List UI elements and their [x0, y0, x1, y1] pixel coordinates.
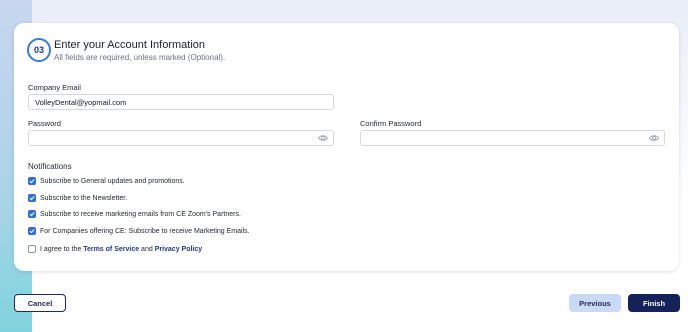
- checkbox-checked-icon[interactable]: [28, 210, 36, 218]
- terms-of-service-link[interactable]: Terms of Service: [83, 246, 139, 253]
- finish-button[interactable]: Finish: [628, 294, 680, 312]
- password-label: Password: [28, 119, 61, 128]
- company-email-label: Company Email: [28, 83, 81, 92]
- notifications-heading: Notifications: [28, 162, 72, 171]
- step-number-badge: 03: [27, 38, 51, 62]
- checkbox-checked-icon[interactable]: [28, 177, 36, 185]
- notification-option-partners[interactable]: Subscribe to receive marketing emails fr…: [28, 210, 241, 218]
- previous-button[interactable]: Previous: [569, 294, 621, 312]
- notification-option-label: Subscribe to receive marketing emails fr…: [40, 210, 241, 218]
- checkbox-checked-icon[interactable]: [28, 194, 36, 202]
- show-password-eye-icon[interactable]: [318, 133, 328, 143]
- notification-option-general[interactable]: Subscribe to General updates and promoti…: [28, 177, 185, 185]
- confirm-password-label: Confirm Password: [360, 119, 422, 128]
- notification-option-label: Subscribe to the Newsletter.: [40, 194, 128, 202]
- checkbox-checked-icon[interactable]: [28, 227, 36, 235]
- notification-option-newsletter[interactable]: Subscribe to the Newsletter.: [28, 194, 127, 202]
- terms-agreement-row[interactable]: I agree to the Terms of Service and Priv…: [28, 245, 202, 253]
- cancel-button[interactable]: Cancel: [14, 294, 66, 312]
- privacy-policy-link[interactable]: Privacy Policy: [155, 246, 202, 253]
- password-field[interactable]: [28, 130, 334, 146]
- terms-prefix: I agree to the: [40, 245, 84, 253]
- confirm-password-field[interactable]: [360, 130, 665, 146]
- company-email-field[interactable]: [28, 94, 334, 110]
- notification-option-ce-companies[interactable]: For Companies offering CE: Subscribe to …: [28, 227, 250, 235]
- account-info-card: 03 Enter your Account Information All fi…: [14, 23, 679, 271]
- page-title: Enter your Account Information: [54, 39, 206, 51]
- terms-agreement-text: I agree to the Terms of Service and Priv…: [40, 246, 202, 253]
- terms-and: and: [139, 245, 155, 253]
- page-subtitle: All fields are required, unless marked (…: [54, 53, 226, 62]
- show-confirm-password-eye-icon[interactable]: [649, 133, 659, 143]
- terms-checkbox[interactable]: [28, 245, 36, 253]
- notification-option-label: For Companies offering CE: Subscribe to …: [40, 227, 250, 235]
- notification-option-label: Subscribe to General updates and promoti…: [40, 177, 185, 185]
